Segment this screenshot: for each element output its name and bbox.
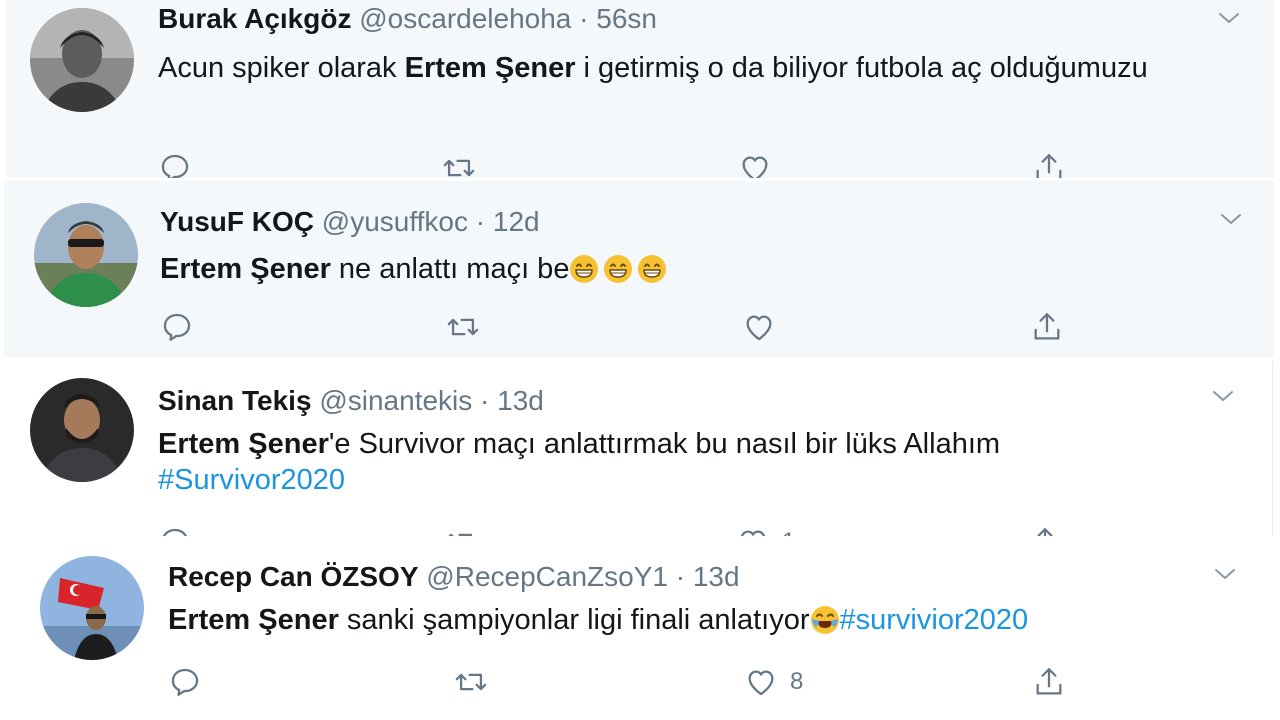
heart-icon <box>738 151 772 178</box>
avatar[interactable] <box>34 203 138 307</box>
user-handle[interactable]: @oscardelehoha <box>359 3 571 34</box>
text-segment: ne anlattı maçı be <box>330 253 570 285</box>
display-name[interactable]: Sinan Tekiş <box>158 385 312 416</box>
timestamp[interactable]: 13d <box>693 561 740 592</box>
chevron-down-icon[interactable] <box>1214 8 1244 28</box>
mention-bold: Ertem Şener <box>168 604 339 636</box>
reply-icon <box>160 310 194 344</box>
user-handle[interactable]: @sinantekis <box>319 385 472 416</box>
retweet-icon <box>454 665 488 699</box>
retweet-icon <box>442 151 476 178</box>
reply-button[interactable] <box>168 662 202 702</box>
heart-icon <box>742 310 776 344</box>
tweet-1[interactable]: Burak Açıkgöz @oscardelehoha · 56sn Acun… <box>6 0 1274 178</box>
chevron-down-icon[interactable] <box>1208 386 1238 406</box>
display-name[interactable]: Recep Can ÖZSOY <box>168 561 419 592</box>
user-handle[interactable]: @yusuffkoc <box>322 206 468 237</box>
share-button[interactable] <box>1032 148 1066 178</box>
tweet-2[interactable]: YusuF KOÇ @yusuffkoc · 12d Ertem Şener n… <box>4 181 1274 357</box>
retweet-icon <box>444 525 478 536</box>
reply-icon <box>158 151 192 178</box>
share-icon <box>1030 310 1064 344</box>
timestamp[interactable]: 13d <box>497 385 544 416</box>
like-button[interactable]: 1 <box>736 522 795 536</box>
grinning-emoji <box>569 254 599 284</box>
chevron-down-icon[interactable] <box>1210 564 1240 584</box>
display-name[interactable]: YusuF KOÇ <box>160 206 314 237</box>
like-button[interactable] <box>738 148 772 178</box>
tweet-3[interactable]: Sinan Tekiş @sinantekis · 13d Ertem Şene… <box>4 362 1273 536</box>
reply-button[interactable] <box>158 148 192 178</box>
share-button[interactable] <box>1028 522 1062 536</box>
reply-icon <box>158 525 192 536</box>
avatar[interactable] <box>30 8 134 112</box>
action-bar: 1 <box>158 522 1078 536</box>
tweet-4[interactable]: Recep Can ÖZSOY @RecepCanZsoY1 · 13d Ert… <box>10 540 1276 720</box>
like-count: 1 <box>782 528 795 536</box>
separator-dot: · <box>475 206 486 237</box>
tweet-header: Sinan Tekiş @sinantekis · 13d <box>158 384 544 418</box>
avatar[interactable] <box>30 378 134 482</box>
avatar[interactable] <box>40 556 144 660</box>
display-name[interactable]: Burak Açıkgöz <box>158 3 351 34</box>
retweet-button[interactable] <box>442 148 476 178</box>
tweet-text: Ertem Şener sanki şampiyonlar ligi final… <box>168 602 1228 638</box>
share-icon <box>1032 151 1066 178</box>
text-segment: sanki şampiyonlar ligi finali anlatıyor <box>338 604 810 636</box>
tweet-header: Recep Can ÖZSOY @RecepCanZsoY1 · 13d <box>168 560 740 594</box>
timestamp[interactable]: 56sn <box>596 3 657 34</box>
timestamp[interactable]: 12d <box>493 206 540 237</box>
chevron-down-icon[interactable] <box>1216 209 1246 229</box>
mention-bold: Ertem Şener <box>404 52 576 84</box>
text-segment: 'e Survivor maçı anlattırmak bu nasıl bi… <box>328 428 1001 460</box>
separator-dot: · <box>579 3 589 34</box>
heart-icon <box>736 525 770 536</box>
tears-of-joy-emoji <box>810 605 840 635</box>
like-button[interactable]: 8 <box>744 662 803 702</box>
share-button[interactable] <box>1032 662 1066 702</box>
reply-icon <box>168 665 202 699</box>
text-segment: i getirmiş o da biliyor futbola aç olduğ… <box>575 52 1148 84</box>
tweet-header: YusuF KOÇ @yusuffkoc · 12d <box>160 205 540 239</box>
tweet-text: Ertem Şener'e Survivor maçı anlattırmak … <box>158 426 1198 498</box>
retweet-button[interactable] <box>454 662 488 702</box>
tweet-text: Ertem Şener ne anlattı maçı be <box>160 251 1200 287</box>
action-bar <box>160 307 1080 347</box>
mention-bold: Ertem Şener <box>160 253 331 285</box>
like-button[interactable] <box>742 307 776 347</box>
reply-button[interactable] <box>158 522 192 536</box>
mention-bold: Ertem Şener <box>158 428 329 460</box>
share-icon <box>1028 525 1062 536</box>
hashtag-link[interactable]: #survivior2020 <box>840 604 1029 636</box>
retweet-icon <box>446 310 480 344</box>
action-bar: 8 <box>168 662 1088 702</box>
hashtag-link[interactable]: #Survivor2020 <box>158 464 345 496</box>
action-bar <box>158 148 1078 178</box>
separator-dot: · <box>480 385 490 416</box>
share-icon <box>1032 665 1066 699</box>
share-button[interactable] <box>1030 307 1064 347</box>
heart-icon <box>744 665 778 699</box>
like-count: 8 <box>790 668 804 695</box>
retweet-button[interactable] <box>446 307 480 347</box>
separator-dot: · <box>675 561 686 592</box>
tweet-text: Acun spiker olarak Ertem Şener i getirmi… <box>158 50 1168 86</box>
reply-button[interactable] <box>160 307 194 347</box>
tweet-header: Burak Açıkgöz @oscardelehoha · 56sn <box>158 2 657 36</box>
grinning-emoji <box>603 254 633 284</box>
user-handle[interactable]: @RecepCanZsoY1 <box>426 561 668 592</box>
retweet-button[interactable] <box>444 522 478 536</box>
text-segment: Acun spiker olarak <box>158 52 405 84</box>
grinning-emoji <box>637 254 667 284</box>
